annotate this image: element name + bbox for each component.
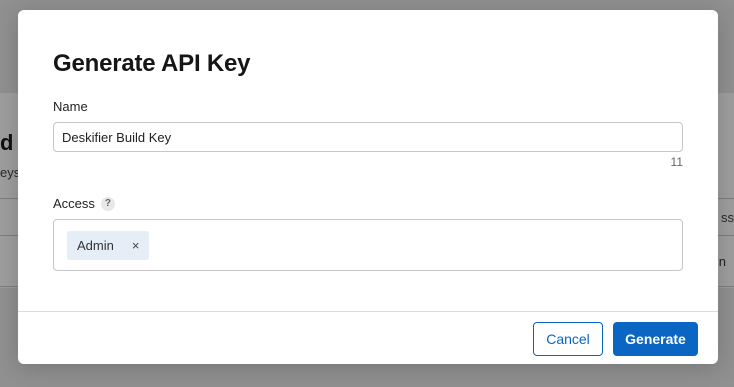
footer-divider	[18, 311, 718, 312]
generate-button[interactable]: Generate	[613, 322, 698, 356]
access-label: Access	[53, 196, 95, 211]
background-table-cell: n	[718, 254, 726, 269]
access-chip-admin: Admin ×	[67, 231, 150, 260]
chip-label: Admin	[77, 238, 114, 253]
background-heading: d	[0, 130, 14, 155]
help-icon[interactable]: ?	[100, 196, 115, 211]
background-column-header: ss	[721, 210, 734, 225]
access-label-row: Access ?	[53, 196, 115, 211]
name-input[interactable]	[53, 122, 683, 152]
name-label: Name	[53, 99, 88, 114]
access-multiselect[interactable]: Admin ×	[53, 219, 683, 271]
character-count: 11	[670, 155, 683, 169]
cancel-button[interactable]: Cancel	[533, 322, 603, 356]
generate-api-key-dialog: Generate API Key Name 11 Access ? Admin …	[18, 10, 718, 364]
close-icon[interactable]: ×	[132, 239, 140, 252]
dialog-title: Generate API Key	[53, 50, 251, 77]
